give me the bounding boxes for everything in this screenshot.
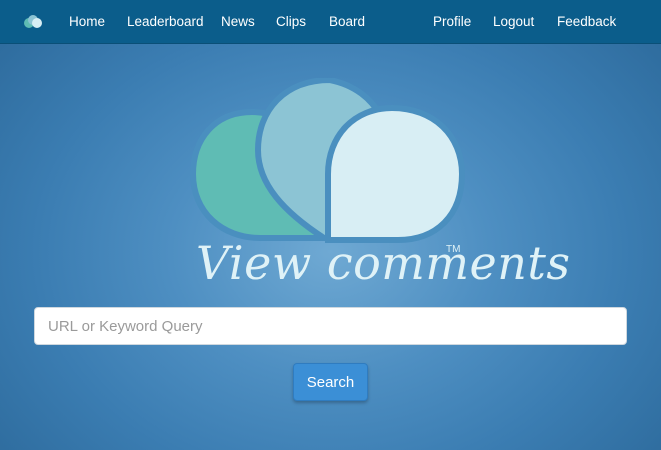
speech-bubbles-cloud-icon — [190, 78, 466, 243]
brand-logo-icon[interactable] — [20, 12, 48, 32]
search-query-input[interactable] — [34, 307, 627, 345]
nav-logout-link[interactable]: Logout — [493, 0, 534, 44]
nav-home-link[interactable]: Home — [69, 0, 105, 44]
nav-news-link[interactable]: News — [221, 0, 255, 44]
search-button[interactable]: Search — [293, 363, 368, 401]
nav-feedback-link[interactable]: Feedback — [557, 0, 616, 44]
nav-profile-link[interactable]: Profile — [433, 0, 471, 44]
trademark-mark: TM — [446, 244, 461, 255]
nav-leaderboard-link[interactable]: Leaderboard — [127, 0, 204, 44]
logo-wordmark: View comments — [196, 236, 571, 290]
top-navbar: Home Leaderboard News Clips Board Profil… — [0, 0, 661, 44]
nav-clips-link[interactable]: Clips — [276, 0, 306, 44]
nav-board-link[interactable]: Board — [329, 0, 365, 44]
